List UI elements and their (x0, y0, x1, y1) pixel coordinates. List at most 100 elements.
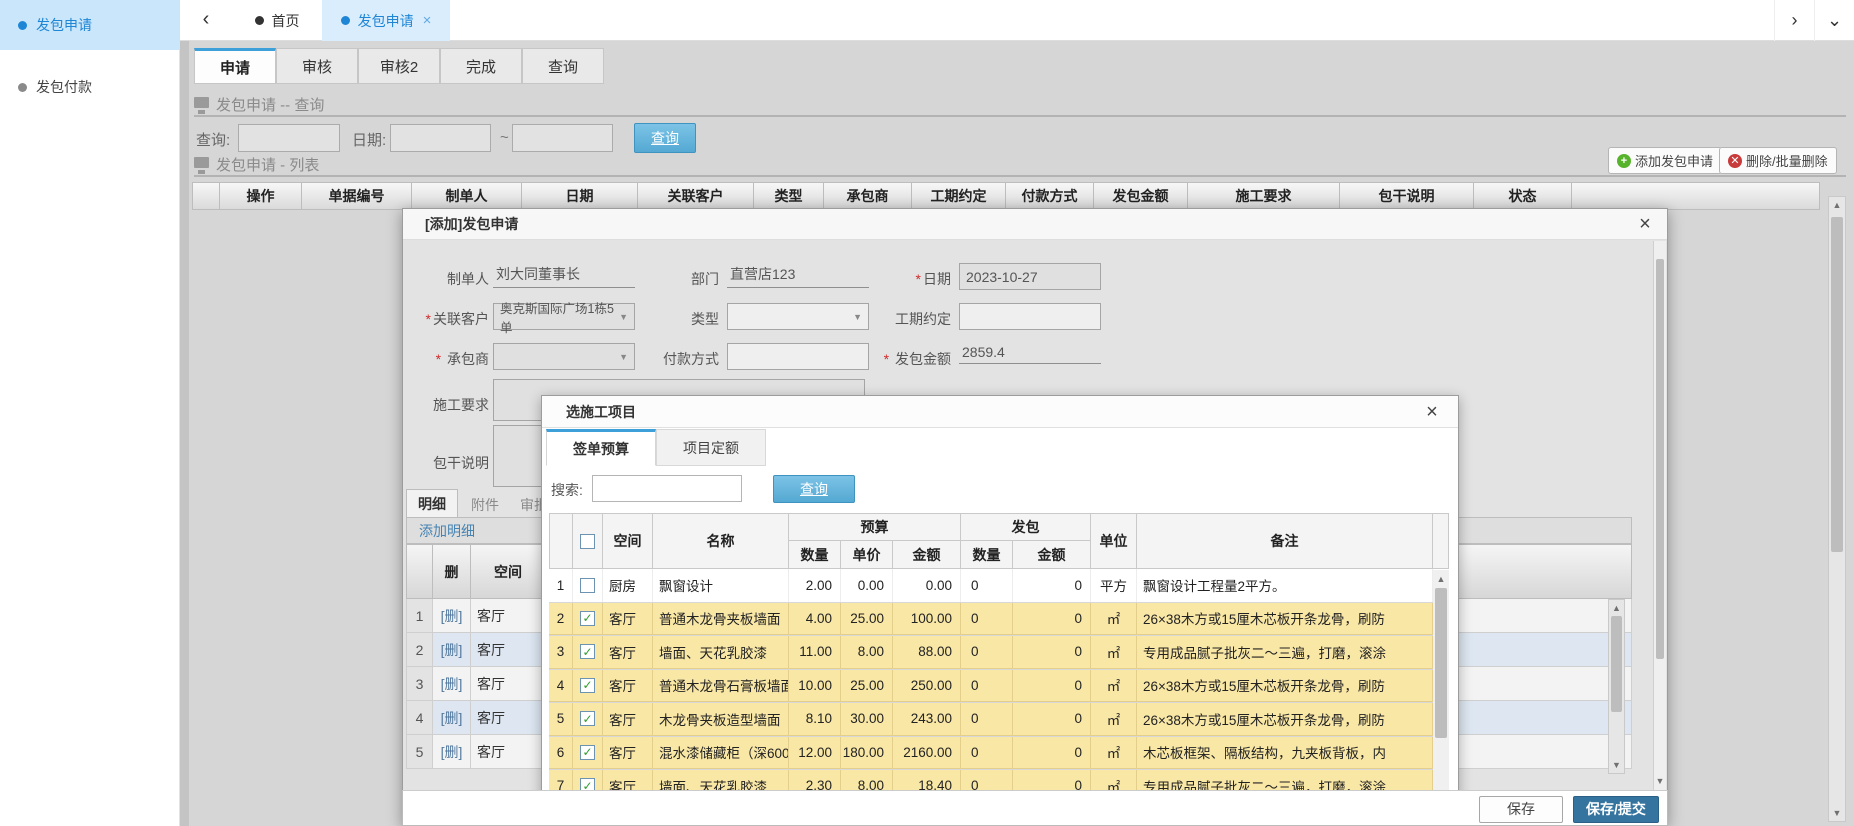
picker-row[interactable]: 3 ✓ 客厅 墙面、天花乳胶漆 11.00 8.00 88.00 0 0 ㎡ 专… (549, 636, 1449, 670)
col-header[interactable]: 日期 (522, 182, 638, 210)
row-checkbox[interactable]: ✓ (580, 678, 595, 693)
scroll-up-icon[interactable]: ▲ (1829, 200, 1845, 210)
delete-batch-button[interactable]: ✕ 删除/批量删除 (1719, 147, 1837, 174)
tab-qiandan-yusuan[interactable]: 签单预算 (546, 429, 656, 466)
customer-select[interactable]: 奥克斯国际广场1栋5单▼ (493, 303, 635, 330)
row-checkbox[interactable]: ✓ (580, 711, 595, 726)
date-from-input[interactable] (390, 124, 491, 152)
tabbar-scroll-left-icon[interactable]: ‹ (194, 8, 218, 31)
col-header[interactable]: 状态 (1474, 182, 1572, 210)
search-button[interactable]: 查询 (634, 123, 696, 153)
tab-shenhe[interactable]: 审核 (276, 48, 358, 84)
payment-input[interactable] (727, 343, 869, 370)
col-header[interactable]: 工期约定 (912, 182, 1006, 210)
picker-search-label: 搜索: (551, 480, 583, 500)
tab-fujian[interactable]: 附件 (461, 491, 509, 519)
tabbar-menu-icon[interactable]: ⌄ (1814, 0, 1854, 41)
delete-row-link[interactable]: [删] (441, 606, 463, 626)
col-remark: 备注 (1137, 513, 1433, 569)
scroll-down-icon[interactable]: ▼ (1609, 760, 1624, 770)
picker-scrollbar[interactable]: ▲ (1433, 570, 1449, 810)
lumpsum-label: 包干说明 (403, 453, 489, 473)
tab-label: 首页 (272, 11, 300, 31)
select-all-checkbox[interactable] (580, 534, 595, 549)
col-header[interactable]: 操作 (220, 182, 302, 210)
bullet-icon (18, 21, 27, 30)
tab-shenqing[interactable]: 申请 (194, 48, 276, 84)
page-scrollbar[interactable]: ▲ ▼ (1828, 196, 1846, 822)
save-submit-button[interactable]: 保存/提交 (1573, 796, 1659, 823)
col-header[interactable]: 关联客户 (638, 182, 754, 210)
tab-label: 审核 (302, 56, 332, 77)
picker-row[interactable]: 5 ✓ 客厅 木龙骨夹板造型墙面 8.10 30.00 243.00 0 0 ㎡… (549, 703, 1449, 737)
scroll-up-icon[interactable]: ▲ (1433, 574, 1449, 584)
customer-label: *关联客户 (403, 309, 489, 329)
picker-search-input[interactable] (592, 475, 742, 502)
tab-wancheng[interactable]: 完成 (440, 48, 522, 84)
query-input[interactable] (238, 124, 340, 152)
col-header[interactable]: 付款方式 (1006, 182, 1094, 210)
picker-close-icon[interactable]: × (1420, 401, 1444, 424)
row-checkbox[interactable] (580, 578, 595, 593)
col-header[interactable]: 类型 (754, 182, 824, 210)
modal-scrollbar[interactable]: ▼ (1653, 241, 1666, 790)
col-rownum (406, 544, 433, 599)
tabbar-scroll-right-icon[interactable]: › (1774, 0, 1814, 41)
save-button[interactable]: 保存 (1479, 796, 1563, 823)
type-select[interactable]: ▼ (727, 303, 869, 330)
tab-shenhe2[interactable]: 审核2 (358, 48, 440, 84)
col-header[interactable]: 包干说明 (1340, 182, 1474, 210)
col-header[interactable]: 制单人 (412, 182, 522, 210)
tab-home[interactable]: 首页 (232, 0, 322, 41)
picker-row[interactable]: 6 ✓ 客厅 混水漆储藏柜（深600mm 12.00 180.00 2160.0… (549, 737, 1449, 771)
content-left-divider (180, 41, 189, 826)
bullet-icon (255, 16, 264, 25)
col-header[interactable]: 单据编号 (302, 182, 412, 210)
tab-fabao-shenqing[interactable]: 发包申请 × (322, 0, 450, 41)
col-header[interactable]: 承包商 (824, 182, 912, 210)
scrollbar-thumb[interactable] (1656, 259, 1664, 659)
monitor-icon (194, 157, 209, 168)
chevron-down-icon: ▼ (619, 312, 628, 322)
picker-search-button[interactable]: 查询 (773, 475, 855, 503)
sidebar-item-fabao-fukuan[interactable]: 发包付款 (0, 62, 180, 112)
tab-label: 申请 (220, 57, 250, 78)
scroll-down-icon[interactable]: ▼ (1829, 808, 1845, 818)
tab-close-icon[interactable]: × (423, 12, 432, 29)
picker-row[interactable]: 1 厨房 飘窗设计 2.00 0.00 0.00 0 0 平方 飘窗设计工程量2… (549, 569, 1449, 603)
delete-row-link[interactable]: [删] (441, 674, 463, 694)
add-detail-button[interactable]: 添加明细 (419, 521, 475, 541)
add-fabao-button[interactable]: + 添加发包申请 (1608, 147, 1722, 174)
scrollbar-thumb[interactable] (1611, 616, 1622, 712)
sidebar-item-fabao-shenqing[interactable]: 发包申请 (0, 0, 180, 50)
modal-close-icon[interactable]: × (1633, 213, 1657, 236)
dept-value: 直营店123 (727, 264, 869, 288)
row-checkbox[interactable]: ✓ (580, 644, 595, 659)
picker-row[interactable]: 2 ✓ 客厅 普通木龙骨夹板墙面 4.00 25.00 100.00 0 0 ㎡… (549, 603, 1449, 637)
delete-row-link[interactable]: [删] (441, 742, 463, 762)
maker-value: 刘大同董事长 (493, 264, 635, 288)
tab-xiangmu-dinge[interactable]: 项目定额 (656, 429, 766, 466)
detail-scrollbar[interactable]: ▲ ▼ (1608, 599, 1625, 774)
delete-row-link[interactable]: [删] (441, 640, 463, 660)
date-field[interactable]: 2023-10-27 (959, 263, 1101, 290)
scroll-down-icon[interactable]: ▼ (1654, 776, 1666, 786)
contractor-select[interactable]: ▼ (493, 343, 635, 370)
tab-chaxun[interactable]: 查询 (522, 48, 604, 84)
scrollbar-thumb[interactable] (1435, 588, 1447, 738)
bullet-icon (341, 16, 350, 25)
duration-input[interactable] (959, 303, 1101, 330)
col-header[interactable]: 施工要求 (1188, 182, 1340, 210)
date-to-input[interactable] (512, 124, 613, 152)
picker-titlebar: 选施工项目 (542, 396, 1458, 428)
scrollbar-thumb[interactable] (1831, 217, 1843, 552)
scroll-up-icon[interactable]: ▲ (1609, 603, 1624, 613)
col-header[interactable]: 发包金额 (1094, 182, 1188, 210)
maker-label: 制单人 (403, 269, 489, 289)
delete-row-link[interactable]: [删] (441, 708, 463, 728)
picker-row[interactable]: 4 ✓ 客厅 普通木龙骨石膏板墙面 10.00 25.00 250.00 0 0… (549, 670, 1449, 704)
tab-mingxi[interactable]: 明细 (406, 489, 458, 517)
col-checkbox (573, 513, 603, 569)
row-checkbox[interactable]: ✓ (580, 611, 595, 626)
row-checkbox[interactable]: ✓ (580, 745, 595, 760)
